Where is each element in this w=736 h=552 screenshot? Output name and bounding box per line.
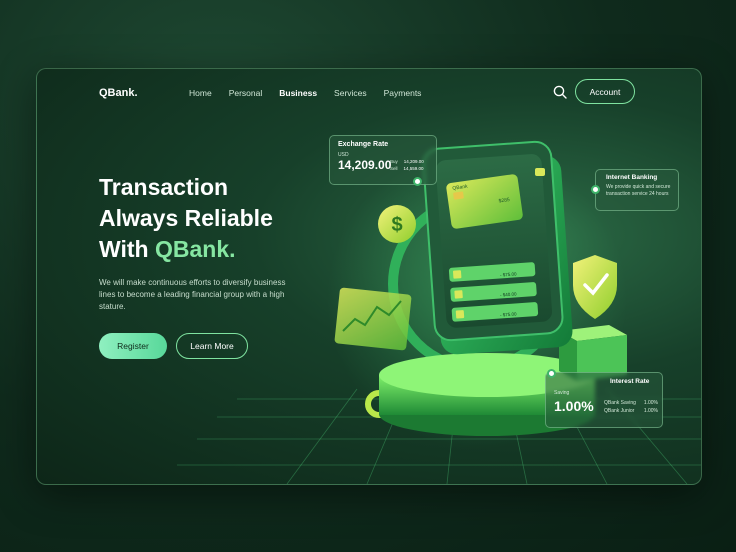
rate-value: 1.00% [643, 400, 658, 406]
nav-services[interactable]: Services [334, 88, 367, 98]
landing-frame: $ QBank $285 - $75.00 - $40.00 - $75.00 … [36, 68, 702, 485]
card-title: Interest Rate [610, 378, 650, 385]
nav-personal[interactable]: Personal [229, 88, 263, 98]
rate-row: QBank Junior 1.00% [604, 408, 658, 414]
interest-value: 1.00% [554, 398, 594, 414]
sell-label: Sell [390, 166, 398, 171]
hero-title-line: With QBank. [99, 234, 329, 265]
hero-title-accent: QBank. [155, 236, 236, 262]
rate-row: QBank Saving 1.00% [604, 400, 658, 406]
rate-name: QBank Saving [604, 400, 636, 406]
buy-row: Buy 14,209.00 [390, 159, 424, 164]
card-title: Internet Banking [606, 174, 658, 181]
svg-text:$: $ [391, 214, 402, 236]
sell-value: 14,559.00 [403, 166, 424, 171]
card-description: We provide quick and secure transaction … [606, 184, 671, 197]
hero-title: Transaction Always Reliable With QBank. [99, 172, 329, 265]
rate-name: QBank Junior [604, 408, 635, 414]
card-title: Exchange Rate [338, 141, 389, 148]
buy-value: 14,209.00 [403, 159, 424, 164]
nav-home[interactable]: Home [189, 88, 212, 98]
logo[interactable]: QBank. [99, 87, 138, 99]
hero-title-line: Transaction [99, 174, 229, 200]
hero-title-line: Always Reliable [99, 205, 273, 231]
rate-value: 1.00% [643, 408, 658, 414]
nav-business[interactable]: Business [279, 88, 317, 98]
saving-label: Saving [554, 390, 570, 396]
hero-title-prefix: With [99, 236, 155, 262]
chart-icon [334, 287, 412, 351]
account-button[interactable]: Account [575, 79, 635, 104]
sell-row: Sell 14,559.00 [390, 166, 424, 171]
learn-more-button[interactable]: Learn More [176, 333, 248, 359]
main-nav: Home Personal Business Services Payments [189, 88, 421, 98]
hero-description: We will make continuous efforts to diver… [99, 278, 286, 311]
search-icon[interactable] [553, 85, 567, 99]
register-button[interactable]: Register [99, 333, 167, 359]
dollar-coin-icon: $ [378, 205, 416, 243]
interest-rate-card: Interest Rate Saving 1.00% QBank Saving 1… [545, 372, 663, 428]
buy-label: Buy [390, 159, 398, 164]
exchange-value: 14,209.00 [338, 158, 392, 172]
connector-dot [591, 185, 600, 194]
nav-payments[interactable]: Payments [384, 88, 422, 98]
connector-dot [413, 177, 422, 186]
phone-illustration: QBank $285 [422, 140, 573, 355]
internet-banking-card: Internet Banking We provide quick and se… [595, 169, 679, 211]
connector-dot [547, 369, 556, 378]
